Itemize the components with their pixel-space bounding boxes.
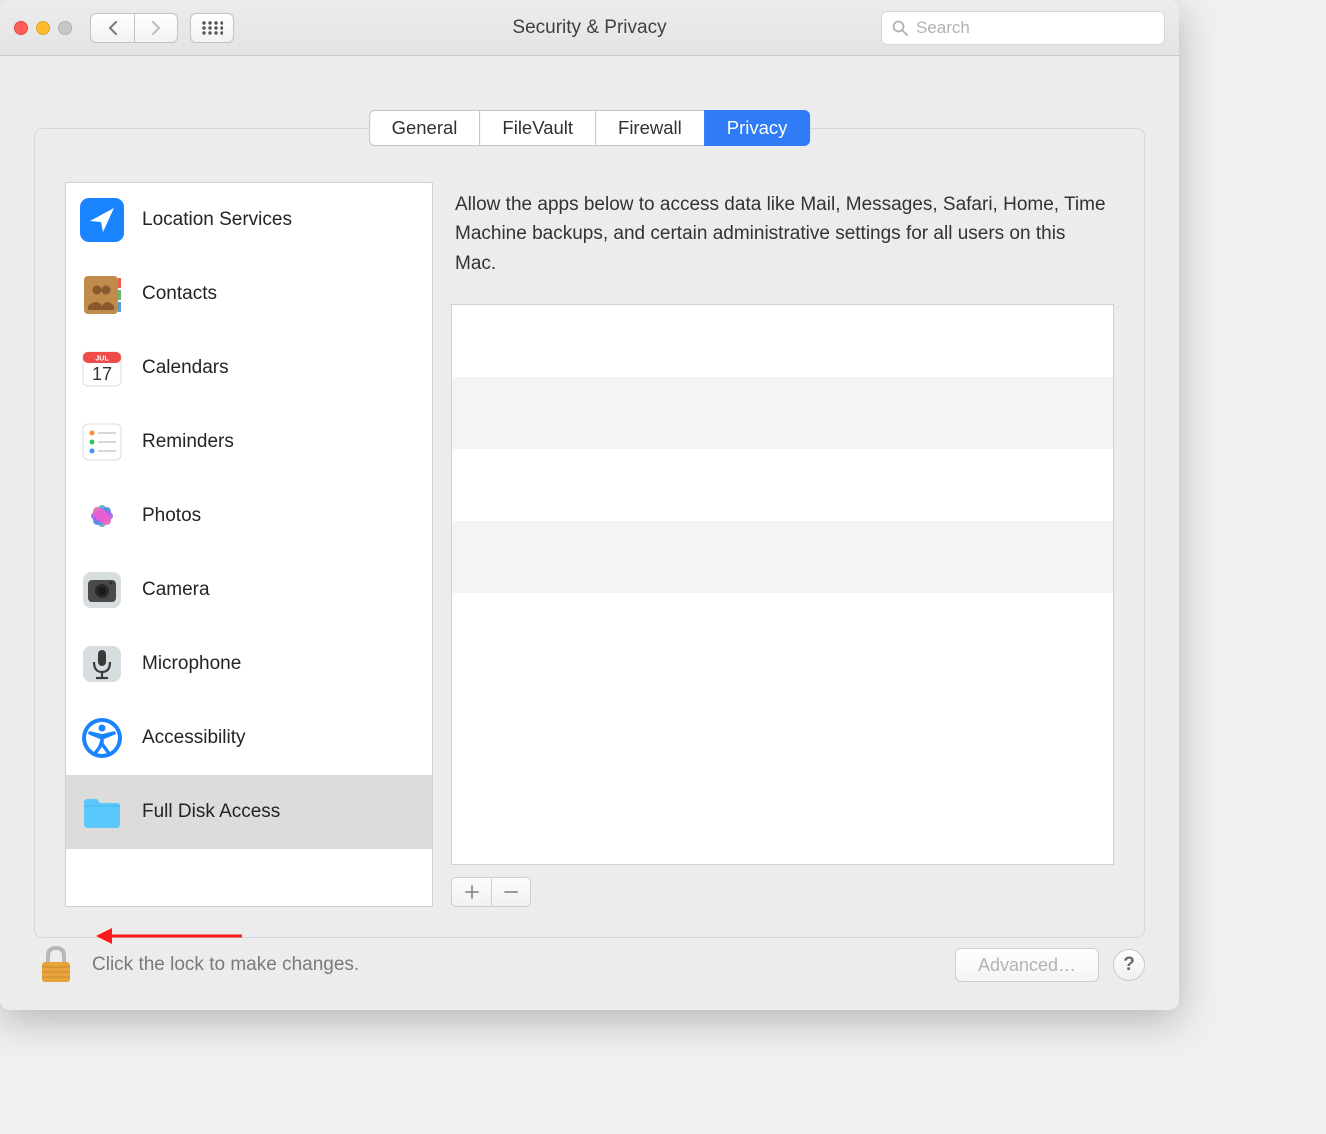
sidebar-item-label: Microphone [142, 653, 241, 675]
forward-button[interactable] [134, 13, 178, 43]
camera-icon [80, 568, 124, 612]
show-all-button[interactable] [190, 13, 234, 43]
tab-general[interactable]: General [369, 110, 481, 146]
window-controls [14, 21, 72, 35]
tab-firewall[interactable]: Firewall [595, 110, 705, 146]
sidebar-item-microphone[interactable]: Microphone [66, 627, 432, 701]
app-list-row [452, 377, 1113, 449]
list-buttons [451, 877, 1114, 907]
accessibility-icon [80, 716, 124, 760]
tab-filevault[interactable]: FileVault [479, 110, 596, 146]
content-area: General FileVault Firewall Privacy Locat… [0, 56, 1179, 1010]
detail-description: Allow the apps below to access data like… [451, 182, 1114, 304]
search-icon [892, 20, 908, 36]
minimize-window-button[interactable] [36, 21, 50, 35]
nav-segment [90, 13, 178, 43]
sidebar-item-label: Reminders [142, 431, 234, 453]
lock-button[interactable] [34, 943, 78, 987]
microphone-icon [80, 642, 124, 686]
sidebar-item-label: Full Disk Access [142, 801, 280, 823]
lock-icon [37, 944, 75, 986]
sidebar-item-label: Calendars [142, 357, 229, 379]
chevron-right-icon [150, 20, 162, 36]
tab-bar: General FileVault Firewall Privacy [369, 110, 811, 146]
calendar-icon: JUL17 [80, 346, 124, 390]
sidebar-item-full-disk-access[interactable]: Full Disk Access [66, 775, 432, 849]
grid-icon [201, 20, 223, 36]
minus-icon [504, 885, 518, 899]
footer: Click the lock to make changes. Advanced… [34, 938, 1145, 992]
search-field[interactable] [881, 11, 1165, 45]
privacy-panel: Location Services Contacts JUL17 Calenda… [34, 128, 1145, 938]
folder-icon [80, 790, 124, 834]
sidebar-item-photos[interactable]: Photos [66, 479, 432, 553]
chevron-left-icon [107, 20, 119, 36]
svg-text:JUL: JUL [95, 356, 109, 363]
lock-hint-text: Click the lock to make changes. [92, 954, 359, 976]
help-button[interactable]: ? [1113, 949, 1145, 981]
sidebar-item-label: Photos [142, 505, 201, 527]
sidebar-item-calendars[interactable]: JUL17 Calendars [66, 331, 432, 405]
svg-text:17: 17 [92, 364, 112, 384]
back-button[interactable] [90, 13, 134, 43]
location-icon [80, 198, 124, 242]
contacts-icon [80, 272, 124, 316]
sidebar-item-label: Accessibility [142, 727, 245, 749]
plus-icon [465, 885, 479, 899]
sidebar-item-label: Location Services [142, 209, 292, 231]
preferences-window: Security & Privacy General FileVault Fir… [0, 0, 1179, 1010]
remove-button[interactable] [491, 877, 531, 907]
advanced-button[interactable]: Advanced… [955, 948, 1099, 982]
sidebar-item-contacts[interactable]: Contacts [66, 257, 432, 331]
app-list-row [452, 521, 1113, 593]
sidebar-item-camera[interactable]: Camera [66, 553, 432, 627]
add-button[interactable] [451, 877, 491, 907]
detail-pane: Allow the apps below to access data like… [451, 182, 1114, 907]
app-list[interactable] [451, 304, 1114, 865]
app-list-row [452, 449, 1113, 521]
zoom-window-button[interactable] [58, 21, 72, 35]
reminders-icon [80, 420, 124, 464]
sidebar-item-location-services[interactable]: Location Services [66, 183, 432, 257]
sidebar-item-label: Camera [142, 579, 210, 601]
titlebar: Security & Privacy [0, 0, 1179, 56]
search-input[interactable] [916, 18, 1154, 38]
app-list-row [452, 305, 1113, 377]
sidebar-item-reminders[interactable]: Reminders [66, 405, 432, 479]
tab-privacy[interactable]: Privacy [704, 110, 811, 146]
close-window-button[interactable] [14, 21, 28, 35]
sidebar-item-accessibility[interactable]: Accessibility [66, 701, 432, 775]
photos-icon [80, 494, 124, 538]
privacy-sidebar: Location Services Contacts JUL17 Calenda… [65, 182, 433, 907]
sidebar-item-label: Contacts [142, 283, 217, 305]
